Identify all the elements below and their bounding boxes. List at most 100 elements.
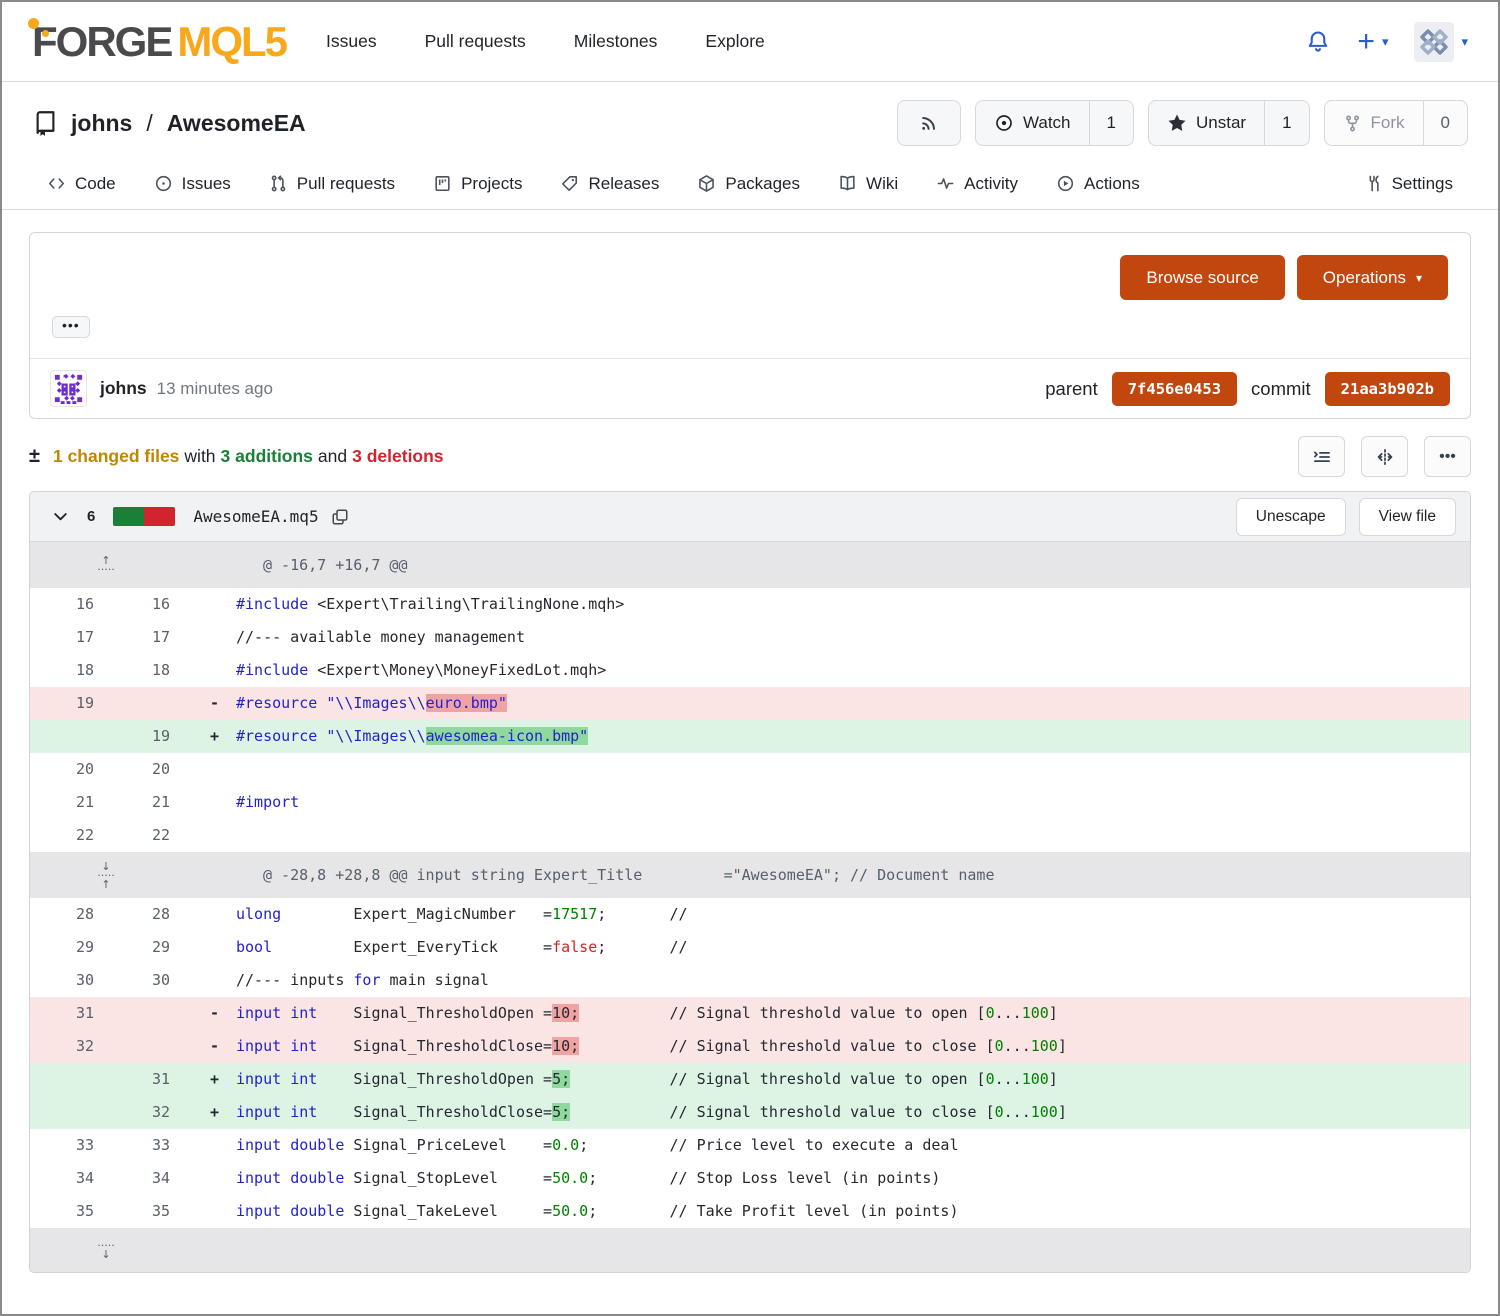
code-line: //--- inputs for main signal — [236, 971, 489, 989]
tab-packages-label: Packages — [725, 174, 800, 194]
commit-author-link[interactable]: johns — [100, 378, 147, 399]
watch-button[interactable]: Watch 1 — [975, 100, 1134, 146]
split-diff-icon — [1375, 447, 1395, 467]
code-line: input int Signal_ThresholdOpen =10; // S… — [236, 1004, 1058, 1022]
diff-row-ctx: 1717//--- available money management — [30, 621, 1470, 654]
parent-sha-button[interactable]: 7f456e0453 — [1112, 372, 1237, 406]
browse-source-button[interactable]: Browse source — [1120, 255, 1284, 300]
file-tree-toggle-button[interactable] — [1298, 436, 1345, 477]
play-circle-icon — [1056, 174, 1075, 193]
diff-options: ••• — [1298, 436, 1471, 477]
expand-down-button[interactable]: ·····↓ — [97, 1241, 114, 1259]
tab-wiki[interactable]: Wiki — [838, 174, 898, 194]
diff-row-ctx: 2929bool Expert_EveryTick =false; // — [30, 931, 1470, 964]
tab-settings[interactable]: Settings — [1364, 174, 1453, 194]
fork-button[interactable]: Fork 0 — [1324, 100, 1468, 146]
repo-title-separator: / — [144, 110, 154, 137]
unstar-label: Unstar — [1196, 113, 1246, 133]
user-avatar — [1414, 22, 1454, 62]
fork-count[interactable]: 0 — [1423, 101, 1467, 145]
split-view-toggle-button[interactable] — [1361, 436, 1408, 477]
expander-glyph: ↑ — [101, 880, 110, 889]
additions-count: 3 additions — [221, 446, 313, 467]
tab-releases[interactable]: Releases — [560, 174, 659, 194]
diff-row-ctx: 2828ulong Expert_MagicNumber =17517; // — [30, 898, 1470, 931]
unstar-button[interactable]: Unstar 1 — [1148, 100, 1310, 146]
deletions-count: 3 deletions — [352, 446, 443, 467]
line-number-old: 32 — [30, 1030, 106, 1063]
rss-feed-button[interactable] — [897, 100, 961, 146]
diff-row-ctx: 2020 — [30, 753, 1470, 786]
diff-row-add: 19+#resource "\\Images\\awesomea-icon.bm… — [30, 720, 1470, 753]
tab-activity-label: Activity — [964, 174, 1018, 194]
notifications-bell-button[interactable] — [1305, 29, 1331, 55]
diff-row-ctx: 3030//--- inputs for main signal — [30, 964, 1470, 997]
commit-message-toggle-button[interactable]: ••• — [52, 316, 90, 338]
code-cell — [182, 753, 1470, 786]
expand-up-button[interactable]: ↑····· — [97, 556, 114, 574]
commit-sha-group: parent 7f456e0453 commit 21aa3b902b — [1045, 372, 1450, 406]
line-number-old: 30 — [30, 964, 106, 997]
line-number-new: 21 — [106, 786, 182, 819]
diff-row-ctx: 2222 — [30, 819, 1470, 852]
nav-link-explore[interactable]: Explore — [705, 31, 764, 52]
copy-file-path-button[interactable] — [331, 508, 349, 526]
operations-dropdown-button[interactable]: Operations ▾ — [1297, 255, 1448, 300]
diff-expand-row: ·····↓ — [30, 1228, 1470, 1272]
tab-wiki-label: Wiki — [866, 174, 898, 194]
diff-table: ↑····· @ -16,7 +16,7 @@1616#include <Expe… — [30, 542, 1470, 1272]
code-cell: #include <Expert\Money\MoneyFixedLot.mqh… — [182, 654, 1470, 687]
eye-icon — [994, 113, 1014, 133]
hunk-header-text: @ -16,7 +16,7 @@ — [182, 542, 1470, 588]
tab-code[interactable]: Code — [47, 174, 116, 194]
user-menu-button[interactable]: ▾ — [1414, 22, 1468, 62]
nav-link-milestones[interactable]: Milestones — [574, 31, 658, 52]
additions-bar — [113, 507, 144, 526]
view-file-button[interactable]: View file — [1359, 498, 1456, 536]
repo-book-icon — [32, 110, 59, 137]
ellipsis-icon: ••• — [62, 317, 80, 333]
tab-pull-requests[interactable]: Pull requests — [269, 174, 395, 194]
fork-label: Fork — [1371, 113, 1405, 133]
tab-actions[interactable]: Actions — [1056, 174, 1140, 194]
commit-sha-button[interactable]: 21aa3b902b — [1325, 372, 1450, 406]
tab-packages[interactable]: Packages — [697, 174, 800, 194]
diff-row-ctx: 1818#include <Expert\Money\MoneyFixedLot… — [30, 654, 1470, 687]
line-number-new: 18 — [106, 654, 182, 687]
diff-more-options-button[interactable]: ••• — [1424, 436, 1471, 477]
tab-projects[interactable]: Projects — [433, 174, 522, 194]
diff-file-box: 6 AwesomeEA.mq5 Unescape View file ↑····… — [29, 491, 1471, 1273]
code-line: #resource "\\Images\\awesomea-icon.bmp" — [236, 727, 588, 745]
repo-owner-link[interactable]: johns — [71, 110, 132, 137]
code-line: #include <Expert\Trailing\TrailingNone.m… — [236, 595, 624, 613]
forge-mql5-logo[interactable]: FORGE MQL5 — [32, 20, 286, 64]
nav-link-pull-requests[interactable]: Pull requests — [425, 31, 526, 52]
unescape-button[interactable]: Unescape — [1236, 498, 1346, 536]
code-cell: ulong Expert_MagicNumber =17517; // — [182, 898, 1470, 931]
diff-row-ctx: 1616#include <Expert\Trailing\TrailingNo… — [30, 588, 1470, 621]
diff-row-add: 31+input int Signal_ThresholdOpen =5; //… — [30, 1063, 1470, 1096]
code-cell: input double Signal_PriceLevel =0.0; // … — [182, 1129, 1470, 1162]
code-line: input int Signal_ThresholdClose=5; // Si… — [236, 1103, 1067, 1121]
expand-both-button[interactable]: ↓·····↑ — [97, 862, 114, 889]
tab-issues[interactable]: Issues — [154, 174, 231, 194]
repo-name-link[interactable]: AwesomeEA — [167, 110, 306, 137]
diff-sign: - — [182, 997, 236, 1030]
nav-link-issues[interactable]: Issues — [326, 31, 377, 52]
collapse-file-button[interactable] — [52, 508, 69, 525]
project-board-icon — [433, 174, 452, 193]
code-cell: #include <Expert\Trailing\TrailingNone.m… — [182, 588, 1470, 621]
pulse-icon — [936, 174, 955, 193]
browse-source-label: Browse source — [1146, 268, 1258, 288]
diff-stats-bar: ± 1 changed files with 3 additions and 3… — [29, 436, 1471, 477]
diff-hunk-row: ↓·····↑@ -28,8 +28,8 @@ input string Exp… — [30, 852, 1470, 898]
line-number-new: 19 — [106, 720, 182, 753]
watch-count[interactable]: 1 — [1089, 101, 1133, 145]
star-count[interactable]: 1 — [1264, 101, 1308, 145]
rss-icon — [919, 113, 939, 133]
line-number-new: 17 — [106, 621, 182, 654]
create-new-button[interactable]: + ▾ — [1357, 29, 1388, 55]
commit-timestamp: 13 minutes ago — [157, 379, 273, 399]
tab-activity[interactable]: Activity — [936, 174, 1018, 194]
file-diff-stat-bar — [113, 507, 175, 526]
